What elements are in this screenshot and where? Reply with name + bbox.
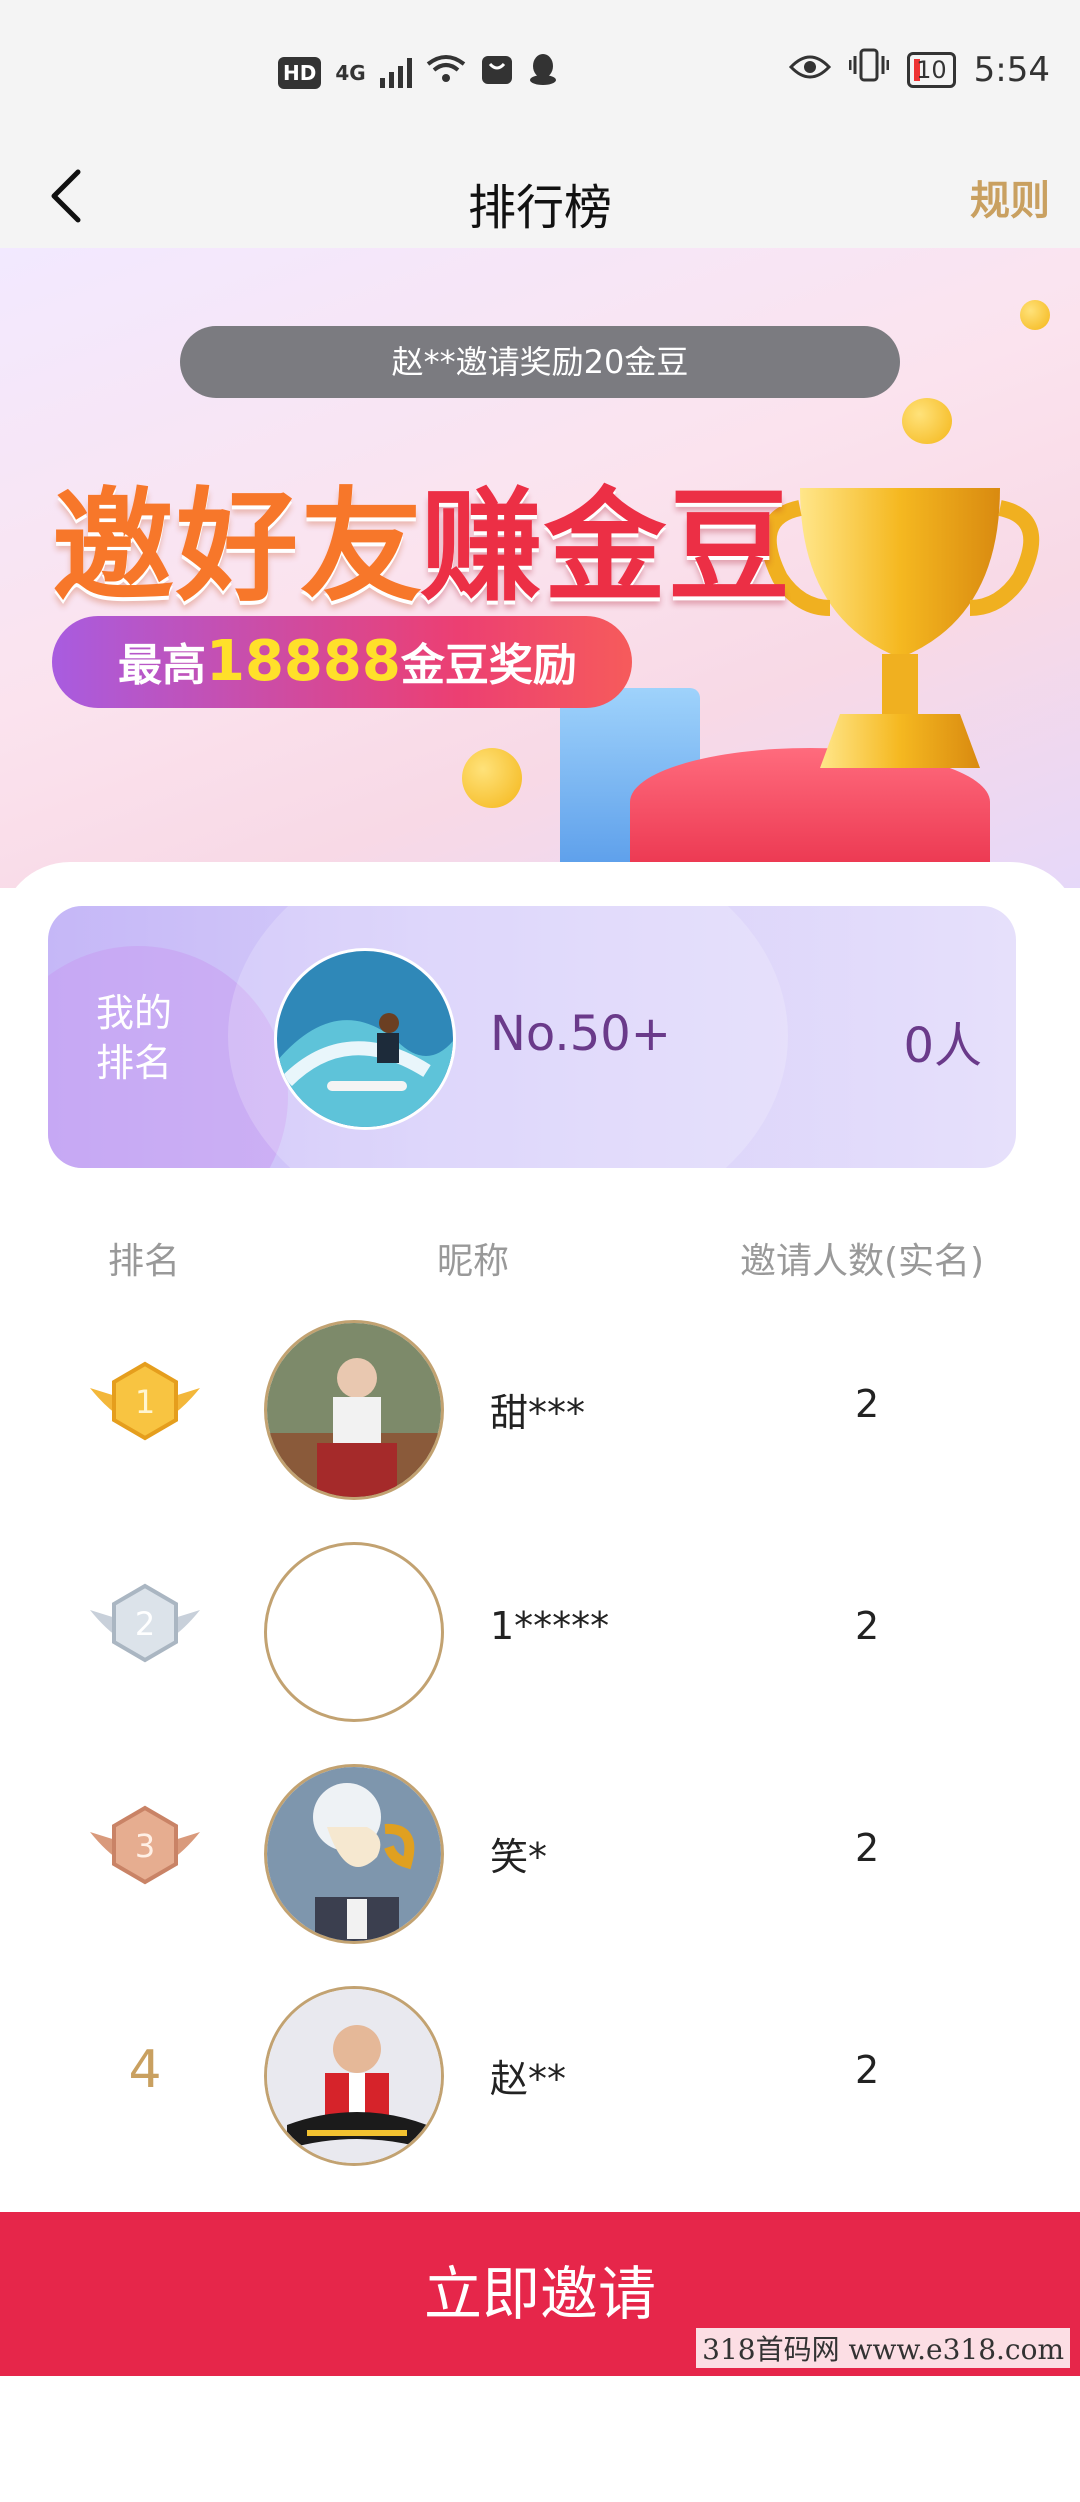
watermark: 318首码网 www.e318.com — [696, 2328, 1070, 2368]
nickname: 甜*** — [490, 1391, 586, 1435]
bronze-medal-icon: 3 — [86, 1802, 204, 1898]
slogan-earn-beans: 赚金豆 — [420, 476, 792, 618]
pill-amount: 18888 — [206, 629, 401, 694]
invite-count: 2 — [855, 1382, 880, 1426]
trophy-icon — [760, 468, 1040, 812]
shopping-bag-icon — [480, 52, 514, 93]
nickname: 1***** — [490, 1604, 610, 1648]
table-row: 4 赵** 2 — [0, 1968, 1080, 2190]
svg-text:3: 3 — [135, 1827, 155, 1865]
coin-decoration — [462, 748, 522, 808]
nav-header: 排行榜 规则 — [0, 150, 1080, 248]
slogan-invite-friends: 邀好友 — [52, 476, 424, 618]
column-header-invites: 邀请人数(实名) — [740, 1241, 985, 1282]
coin-decoration — [902, 398, 952, 444]
signal-icon — [379, 57, 412, 88]
gold-medal-icon: 1 — [86, 1358, 204, 1454]
avatar — [264, 1542, 444, 1722]
invite-notice-ticker: 赵**邀请奖励20金豆 — [180, 326, 900, 398]
vibrate-icon — [848, 48, 890, 91]
avatar — [264, 1986, 444, 2166]
status-time: 5:54 — [973, 49, 1050, 90]
pill-prefix: 最高 — [118, 640, 206, 691]
coin-decoration — [1020, 300, 1050, 330]
table-row: 1 甜*** 2 — [0, 1302, 1080, 1524]
column-header-nickname: 昵称 — [437, 1241, 510, 1282]
status-icons-left: HD 4G — [278, 52, 558, 93]
battery-icon: 10 — [907, 51, 956, 88]
column-header-rank: 排名 — [108, 1241, 181, 1282]
silver-medal-icon: 2 — [86, 1580, 204, 1676]
pill-suffix: 金豆奖励 — [400, 640, 577, 691]
status-icons-right: 10 5:54 — [789, 48, 1050, 91]
my-invite-count: 0人 — [903, 1018, 982, 1074]
my-rank-panel: 我的排名 No.50+ 0人 — [48, 906, 1016, 1168]
table-row: 2 1***** 2 — [0, 1524, 1080, 1746]
battery-level: 10 — [916, 55, 947, 84]
rank-number: 4 — [128, 2040, 162, 2100]
avatar — [264, 1320, 444, 1500]
table-row: 3 笑* 2 — [0, 1746, 1080, 1968]
avatar — [264, 1764, 444, 1944]
hd-icon: HD — [278, 56, 322, 89]
page-title: 排行榜 — [467, 180, 612, 236]
nickname: 笑* — [490, 1835, 548, 1879]
invite-count: 2 — [855, 1604, 880, 1648]
rules-link[interactable]: 规则 — [970, 168, 1050, 226]
avatar — [274, 948, 456, 1130]
eye-icon — [789, 50, 832, 90]
network-label: 4G — [335, 60, 366, 85]
wifi-icon — [426, 54, 466, 91]
svg-text:1: 1 — [135, 1383, 155, 1421]
invite-count: 2 — [855, 2048, 880, 2092]
my-rank-label: 我的排名 — [96, 991, 173, 1085]
my-rank-number: No.50+ — [490, 1006, 671, 1062]
svg-text:2: 2 — [135, 1605, 155, 1643]
max-reward-pill: 最高18888金豆奖励 — [52, 616, 632, 708]
qq-icon — [528, 52, 558, 93]
status-bar: HD 4G 10 5:54 — [0, 0, 1080, 150]
invite-count: 2 — [855, 1826, 880, 1870]
promo-banner: 赵**邀请奖励20金豆 邀好友 赚金豆 最高18888金豆奖励 — [0, 248, 1080, 888]
nickname: 赵** — [490, 2057, 567, 2101]
